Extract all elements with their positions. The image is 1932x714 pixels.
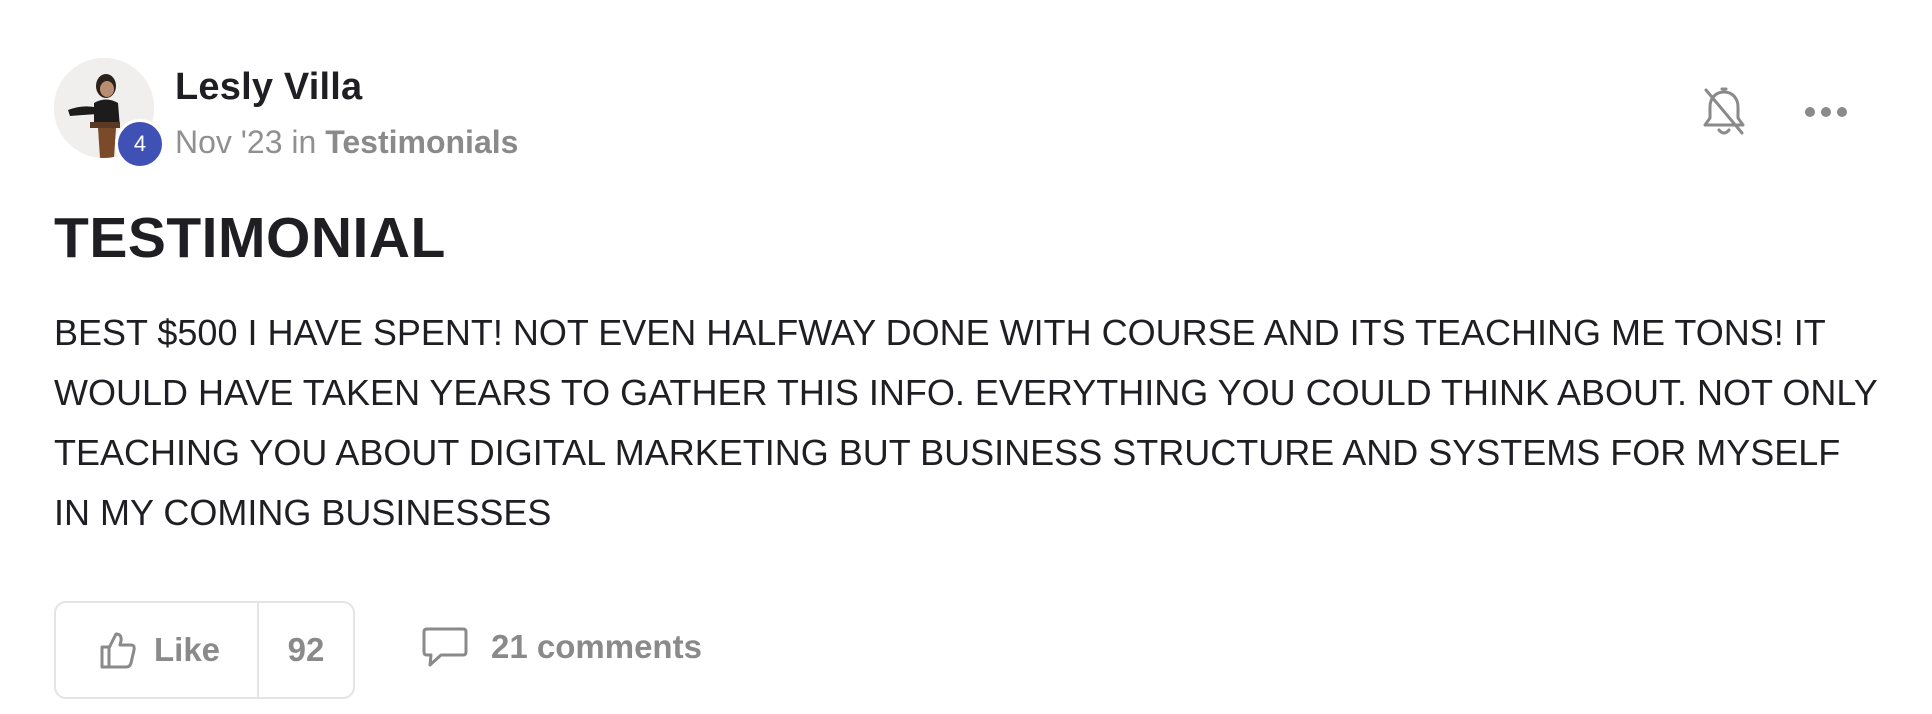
- category-link[interactable]: Testimonials: [325, 124, 518, 160]
- more-horizontal-icon: [1805, 107, 1847, 117]
- like-label: Like: [154, 631, 221, 668]
- post-header-actions: [1698, 86, 1852, 138]
- author-avatar-wrap[interactable]: 4: [54, 58, 165, 169]
- like-count[interactable]: 92: [259, 603, 353, 697]
- more-options-button[interactable]: [1800, 86, 1852, 138]
- post-meta: Nov '23 in Testimonials: [175, 124, 518, 161]
- post-date[interactable]: Nov '23: [175, 124, 283, 160]
- thumbs-up-icon: [100, 632, 136, 669]
- like-button[interactable]: Like: [56, 603, 259, 697]
- chat-bubble-icon: [422, 627, 468, 667]
- comments-button[interactable]: 21 comments: [421, 625, 702, 669]
- level-badge: 4: [115, 119, 165, 169]
- meta-in-word: in: [291, 124, 317, 160]
- comments-label: 21 comments: [491, 628, 702, 665]
- bell-off-icon: [1703, 87, 1745, 135]
- post-card: 4 Lesly Villa Nov '23 in Testimonials TE…: [0, 0, 1932, 714]
- author-name[interactable]: Lesly Villa: [175, 66, 362, 109]
- like-control: Like 92: [54, 601, 355, 699]
- post-title: TESTIMONIAL: [54, 206, 446, 270]
- post-body: BEST $500 I HAVE SPENT! NOT EVEN HALFWAY…: [54, 312, 1878, 533]
- notification-toggle-button[interactable]: [1698, 86, 1750, 138]
